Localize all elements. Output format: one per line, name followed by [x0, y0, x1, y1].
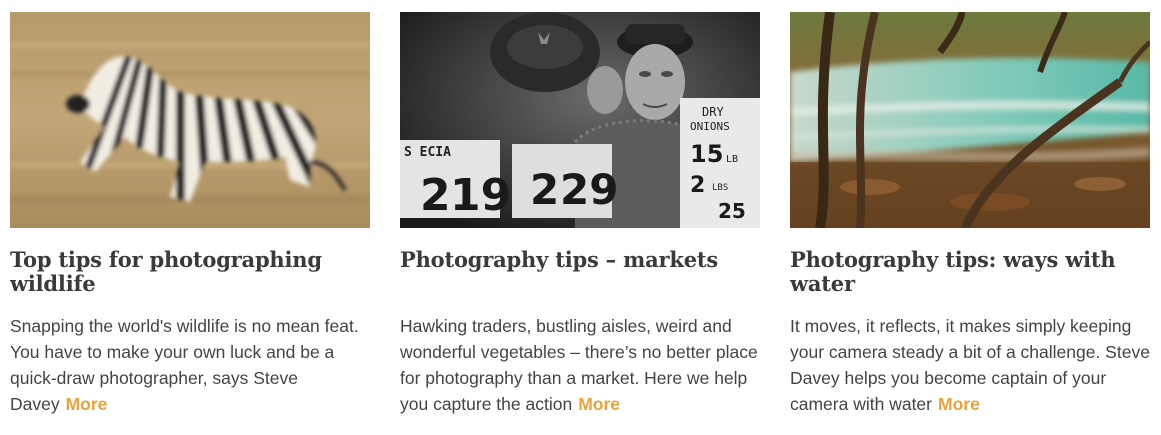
sign-price-1: 2	[420, 170, 451, 221]
more-link[interactable]: More	[578, 394, 620, 414]
sign-onions: ONIONS	[690, 120, 730, 133]
article-excerpt-text: Snapping the world's wildlife is no mean…	[10, 316, 359, 414]
sign-price-3-unit: LB	[726, 154, 738, 165]
article-image-river[interactable]	[790, 12, 1150, 228]
sign-special: S ECIA	[404, 145, 451, 160]
article-card-water: Photography tips: ways with water It mov…	[790, 12, 1150, 414]
sign-price-2: 2	[530, 165, 559, 214]
sign-price-4-unit: LBS	[712, 183, 728, 193]
article-image-zebra[interactable]	[10, 12, 370, 228]
sign-price-4b: 25	[718, 199, 746, 223]
sign-price-3: 15	[690, 140, 723, 168]
article-excerpt: It moves, it reflects, it makes simply k…	[790, 313, 1150, 417]
article-card-markets: S ECIA 2 19 2 29 DRY ONIONS 15 LB 2 LBS …	[400, 12, 760, 414]
sign-price-2b: 29	[560, 165, 618, 214]
sign-price-1b: 19	[450, 170, 511, 221]
market-photo: S ECIA 2 19 2 29 DRY ONIONS 15 LB 2 LBS …	[400, 12, 760, 228]
sign-dry: DRY	[702, 105, 724, 119]
more-link[interactable]: More	[938, 394, 980, 414]
article-title[interactable]: Photography tips – markets	[400, 248, 760, 272]
article-title[interactable]: Top tips for photographing wildlife	[10, 248, 370, 296]
river-photo	[790, 12, 1150, 228]
sign-price-4: 2	[690, 173, 705, 198]
more-link[interactable]: More	[66, 394, 108, 414]
article-card-wildlife: Top tips for photographing wildlife Snap…	[10, 12, 370, 414]
article-image-market[interactable]: S ECIA 2 19 2 29 DRY ONIONS 15 LB 2 LBS …	[400, 12, 760, 228]
article-title[interactable]: Photography tips: ways with water	[790, 248, 1150, 296]
article-excerpt: Snapping the world's wildlife is no mean…	[10, 313, 370, 417]
zebra-photo	[10, 12, 370, 228]
article-excerpt: Hawking traders, bustling aisles, weird …	[400, 313, 760, 417]
